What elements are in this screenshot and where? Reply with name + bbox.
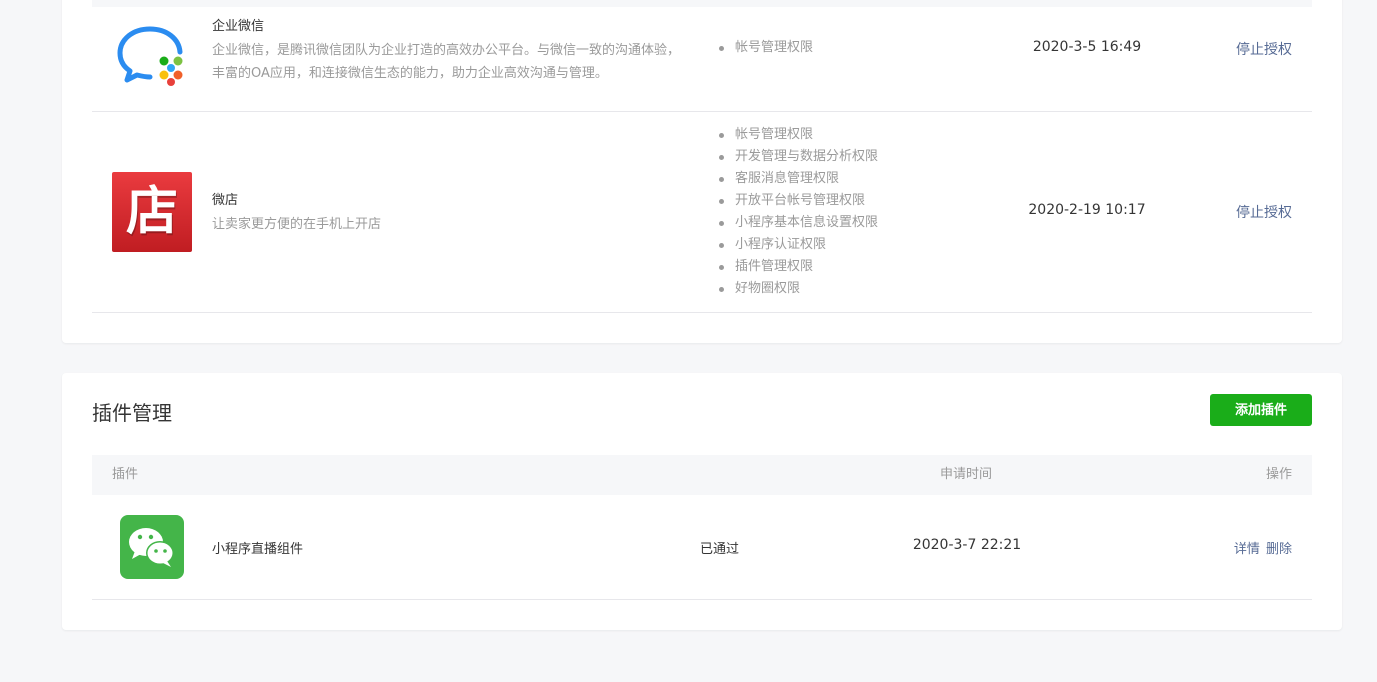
weidian-logo-char: 店 xyxy=(125,181,178,242)
authorized-app-row: 店 微店 让卖家更方便的在手机上开店 帐号管理权限 开发管理与数据分析权限 客服… xyxy=(92,112,1312,313)
authorize-time: 2020-2-19 10:17 xyxy=(1028,202,1146,218)
revoke-authorization-link[interactable]: 停止授权 xyxy=(1236,39,1292,59)
permission-item: 客服消息管理权限 xyxy=(717,168,878,190)
permission-item: 好物圈权限 xyxy=(717,278,878,300)
weidian-logo-icon: 店 xyxy=(112,172,192,252)
plugin-detail-link[interactable]: 详情 xyxy=(1234,542,1260,557)
wecom-logo-icon xyxy=(112,19,192,99)
revoke-authorization-link[interactable]: 停止授权 xyxy=(1236,202,1292,222)
column-header-plugin: 插件 xyxy=(112,467,139,482)
plugin-management-card: 插件管理 添加插件 插件 申请时间 操作 小程序直播组件 已通过 2020-3-… xyxy=(62,373,1342,630)
plugin-delete-link[interactable]: 删除 xyxy=(1266,542,1292,557)
permission-item: 帐号管理权限 xyxy=(717,37,813,59)
plugin-apply-time: 2020-3-7 22:21 xyxy=(912,537,1022,553)
app-name: 企业微信 xyxy=(212,19,265,34)
permission-item: 小程序认证权限 xyxy=(717,234,878,256)
permission-item: 插件管理权限 xyxy=(717,256,878,278)
column-header-operation: 操作 xyxy=(1265,467,1292,482)
app-name: 微店 xyxy=(212,193,239,208)
app-description: 企业微信，是腾讯微信团队为企业打造的高效办公平台。与微信一致的沟通体验，丰富的O… xyxy=(212,43,681,81)
app-description: 让卖家更方便的在手机上开店 xyxy=(212,217,382,232)
plugin-status: 已通过 xyxy=(700,542,740,557)
authorized-apps-card: 企业微信 企业微信，是腾讯微信团队为企业打造的高效办公平台。与微信一致的沟通体验… xyxy=(62,0,1342,343)
authorized-app-row: 企业微信 企业微信，是腾讯微信团队为企业打造的高效办公平台。与微信一致的沟通体验… xyxy=(92,7,1312,112)
permission-item: 开放平台帐号管理权限 xyxy=(717,190,878,212)
permission-list: 帐号管理权限 xyxy=(717,37,813,59)
table-header-strip xyxy=(92,0,1312,7)
plugin-actions: 详情 删除 xyxy=(1234,538,1292,557)
add-plugin-button[interactable]: 添加插件 xyxy=(1210,394,1312,426)
wechat-logo-icon xyxy=(120,515,184,579)
permission-item: 开发管理与数据分析权限 xyxy=(717,146,878,168)
plugin-table-header: 插件 申请时间 操作 xyxy=(92,455,1312,495)
table-row: 小程序直播组件 已通过 2020-3-7 22:21 详情 删除 xyxy=(92,495,1312,600)
column-header-apply-time: 申请时间 xyxy=(940,467,993,482)
authorize-time: 2020-3-5 16:49 xyxy=(1032,39,1142,55)
section-title: 插件管理 xyxy=(92,401,172,425)
permission-item: 小程序基本信息设置权限 xyxy=(717,212,878,234)
permission-list: 帐号管理权限 开发管理与数据分析权限 客服消息管理权限 开放平台帐号管理权限 小… xyxy=(717,124,878,300)
plugin-name: 小程序直播组件 xyxy=(212,542,304,557)
permission-item: 帐号管理权限 xyxy=(717,124,878,146)
